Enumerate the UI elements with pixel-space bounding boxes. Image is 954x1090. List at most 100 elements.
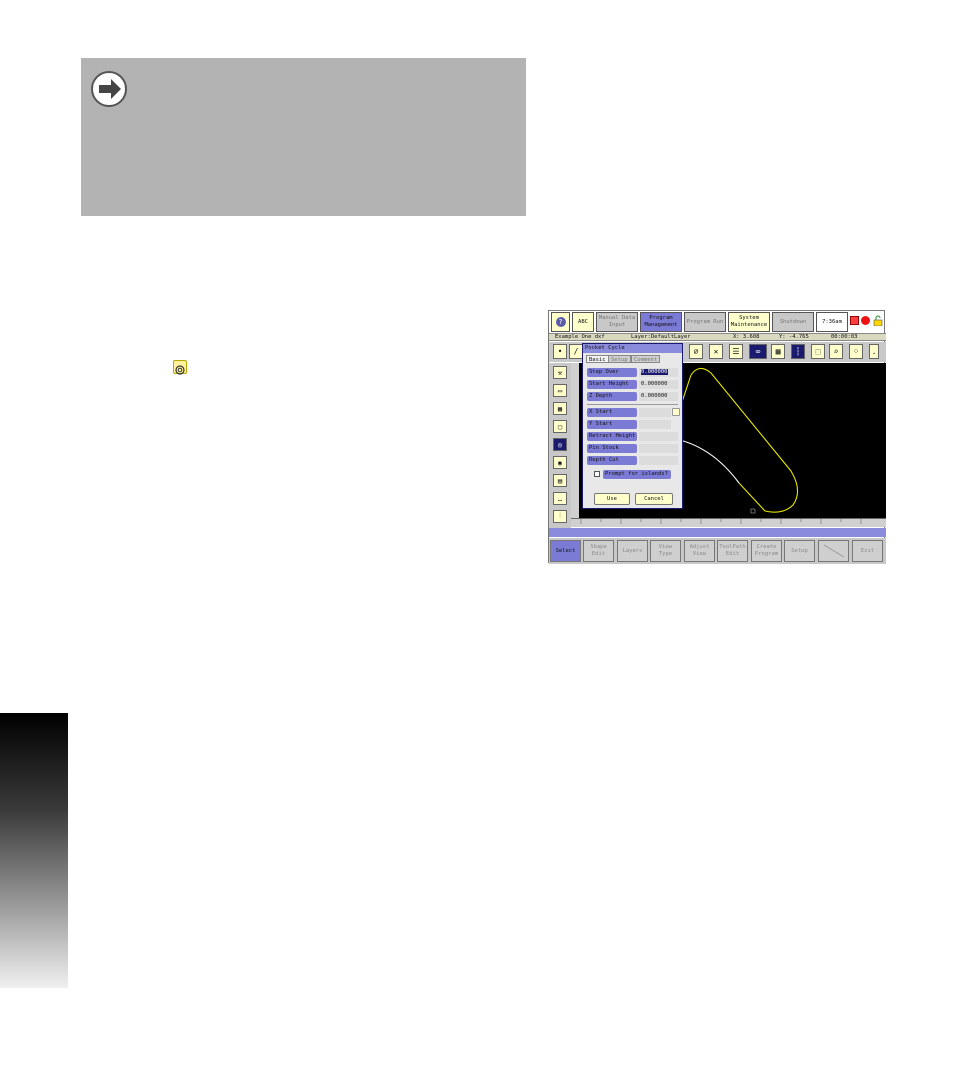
tool-array[interactable]: ▦ [553,402,567,415]
box-icon: ▢ [557,422,563,431]
status-bar: Example One dxf Layer:DefaultLayer X: 3.… [549,333,886,341]
y-readout: Y: -4.765 [779,334,809,340]
top-btn-program-management[interactable]: Program Management [640,312,682,332]
field-label-z-depth: Z Depth [587,392,637,401]
tab-basic[interactable]: Basic [586,355,609,363]
top-btn-mdi[interactable]: Manual Data Input [596,312,638,332]
divider [587,404,678,405]
island-icon: ◉ [557,458,563,467]
softkey-layers[interactable]: Layers [617,540,648,562]
chain-tool[interactable]: ∞ [749,344,767,359]
softkey-setup[interactable]: Setup [784,540,815,562]
point-tool[interactable]: • [553,344,567,359]
pocket-cycle-dialog: Pocket Cycle Basic Setup Comment Step Ov… [582,343,683,509]
top-btn-program-run[interactable]: Program Run [684,312,726,332]
tab-comment[interactable]: Comment [631,355,661,363]
help-icon: ? [555,317,566,327]
record-icon[interactable] [861,316,870,325]
help-button[interactable]: ? [551,312,570,332]
softkey-view-type[interactable]: View Type [650,540,681,562]
tool-drill[interactable]: ▤ [553,474,567,487]
softkey-shape-edit[interactable]: Shape Edit [583,540,614,562]
use-button[interactable]: Use [594,493,630,505]
dro-screen: ? ABC Manual Data Input Program Manageme… [548,310,886,564]
tool-more[interactable]: … [553,492,567,505]
zoom-window-icon: ⬚ [815,347,821,356]
tool-box[interactable]: ▢ [553,420,567,433]
lock-icon[interactable] [873,315,883,327]
field-label-retract-height: Retract Height [587,432,637,441]
retract-height-input[interactable] [639,432,678,441]
arrow-right-icon [91,71,127,107]
tool-island[interactable]: ◉ [553,456,567,469]
pin-stock-input[interactable] [639,444,678,453]
zoom-tool[interactable]: ⌕ [829,344,843,359]
softkey-adjust-view[interactable]: Adjust View [684,540,715,562]
circle-slash-icon: ∅ [693,347,699,356]
cancel-button[interactable]: Cancel [635,493,673,505]
field-label-y-start: Y Start [587,420,637,429]
clock: 7:36am [816,312,848,332]
x-start-input[interactable] [639,408,671,417]
softkey-create-program[interactable]: Create Program [751,540,782,562]
horizontal-scrollbar[interactable] [549,528,886,537]
line-icon: / [573,347,579,356]
islands-checkbox[interactable] [594,471,600,477]
step-over-input[interactable]: 0.000000 [639,368,678,377]
array-icon: ▦ [557,404,563,413]
field-label-start-height: Start Height [587,380,637,389]
ellipsis-icon: … [557,494,563,503]
softkey-toolpath-edit[interactable]: ToolPath Edit [717,540,748,562]
thread-icon: ⫶ [559,512,561,520]
field-label-depth-cut: Depth Cut [587,456,637,465]
ruler-icon: ┆ [795,347,801,356]
ruler-tool[interactable]: ┆ [791,344,805,359]
tool-wrench[interactable]: ⚒ [553,366,567,379]
softkey-bar: Select Shape Edit Layers View Type Adjus… [549,538,886,564]
softkey-select[interactable]: Select [550,540,581,562]
chapter-side-tab [0,713,68,988]
magnifier-icon: ⌕ [833,347,839,356]
z-depth-input[interactable]: 0.000000 [639,392,678,401]
start-height-input[interactable]: 0.000000 [639,380,678,389]
x-readout: X: 3.608 [733,334,760,340]
softkey-exit[interactable]: Exit [852,540,883,562]
tool-frame[interactable]: ▭ [553,384,567,397]
pocket-icon: ◎ [557,440,563,449]
delete-tool[interactable]: ✕ [709,344,723,359]
measure-tool[interactable]: ▦ [771,344,785,359]
circle-slash-tool[interactable]: ∅ [689,344,703,359]
top-btn-shutdown[interactable]: Shutdown [772,312,814,332]
diagonal-icon [823,544,844,558]
depth-cut-input[interactable] [639,456,678,465]
more-tool[interactable]: . [869,344,879,359]
note-box [81,58,526,216]
zoom-window-tool[interactable]: ⬚ [811,344,825,359]
elapsed-time: 00:00:03 [831,334,858,340]
cycle-toolbar: ⚒ ▭ ▦ ▢ ◎ ◉ ▤ … ⫶ [549,363,571,529]
point-icon: • [557,347,563,356]
stop-icon[interactable] [850,316,859,325]
tool-thread[interactable]: ⫶ [553,510,567,523]
vertical-ruler [571,363,579,518]
wrench-icon: ⚒ [557,368,563,377]
top-btn-abc[interactable]: ABC [572,312,594,332]
grid-tool[interactable]: ⁘ [849,344,863,359]
islands-checkbox-label: Prompt for islands? [603,470,671,479]
pocket-cycle-icon [173,360,187,375]
dialog-title: Pocket Cycle [583,344,682,353]
grid-icon: ⁘ [852,347,860,356]
list-tool[interactable]: ☰ [729,344,743,359]
list-icon: ☰ [732,347,740,356]
top-btn-system-maintenance[interactable]: System Maintenance [728,312,770,332]
tool-pocket[interactable]: ◎ [553,438,567,451]
dot-icon: . [871,347,877,356]
field-label-pin-stock: Pin Stock [587,444,637,453]
pick-point-icon[interactable] [672,408,680,416]
tab-setup[interactable]: Setup [608,355,631,363]
softkey-blank[interactable] [818,540,849,562]
line-tool[interactable]: / [569,344,583,359]
chain-icon: ∞ [755,347,761,356]
y-start-input[interactable] [639,420,671,429]
measure-icon: ▦ [775,347,781,356]
